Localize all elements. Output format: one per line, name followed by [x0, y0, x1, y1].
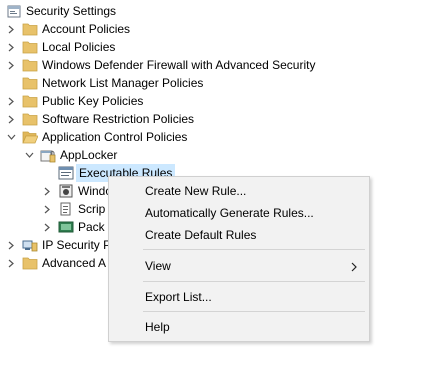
tree-label: Local Policies: [42, 40, 116, 54]
menu-item-label: View: [145, 259, 171, 273]
menu-item-label: Automatically Generate Rules...: [145, 206, 314, 220]
menu-item-create-new-rule[interactable]: Create New Rule...: [109, 181, 369, 201]
chevron-right-icon[interactable]: [42, 182, 52, 200]
tree-label: Windows Defender Firewall with Advanced …: [42, 58, 316, 72]
package-icon: [58, 219, 74, 235]
menu-item-label: Export List...: [145, 290, 212, 304]
tree-label: Network List Manager Policies: [42, 76, 204, 90]
menu-separator: [143, 311, 365, 312]
tree-item-windows-defender-firewall[interactable]: Windows Defender Firewall with Advanced …: [6, 56, 315, 74]
folder-icon: [22, 75, 38, 91]
tree-item-ip-security[interactable]: IP Security P: [6, 236, 111, 254]
tree-item-windows-installer-rules[interactable]: Windo: [42, 182, 112, 200]
chevron-down-icon[interactable]: [24, 146, 34, 164]
chevron-right-icon[interactable]: [6, 110, 16, 128]
tree-label: Account Policies: [42, 22, 131, 36]
tree-label: Advanced A: [42, 256, 107, 270]
tree-item-network-list-manager[interactable]: Network List Manager Policies: [6, 74, 203, 92]
menu-item-export-list[interactable]: Export List...: [109, 287, 369, 307]
menu-item-label: Create New Rule...: [145, 184, 247, 198]
tree-item-software-restriction[interactable]: Software Restriction Policies: [6, 110, 194, 128]
tree-label: AppLocker: [60, 148, 118, 162]
script-icon: [58, 201, 74, 217]
chevron-right-icon[interactable]: [6, 20, 16, 38]
chevron-right-icon[interactable]: [6, 92, 16, 110]
chevron-right-icon[interactable]: [6, 236, 16, 254]
tree-root-security-settings[interactable]: Security Settings: [0, 2, 116, 20]
tree-label: Scrip: [78, 202, 106, 216]
security-settings-icon: [6, 3, 22, 19]
chevron-down-icon[interactable]: [6, 128, 16, 146]
chevron-right-icon[interactable]: [42, 218, 52, 236]
installer-icon: [58, 183, 74, 199]
tree-label: Windo: [78, 184, 113, 198]
menu-item-label: Help: [145, 320, 170, 334]
ip-security-icon: [22, 237, 38, 253]
folder-icon: [22, 93, 38, 109]
tree-item-advanced-audit[interactable]: Advanced A: [6, 254, 106, 272]
tree-item-application-control[interactable]: Application Control Policies: [6, 128, 187, 146]
chevron-right-icon[interactable]: [42, 200, 52, 218]
tree-label: Public Key Policies: [42, 94, 144, 108]
tree-label: Pack: [78, 220, 105, 234]
tree-label: Security Settings: [26, 4, 117, 18]
menu-item-auto-generate-rules[interactable]: Automatically Generate Rules...: [109, 203, 369, 223]
chevron-right-icon[interactable]: [6, 56, 16, 74]
tree-item-public-key-policies[interactable]: Public Key Policies: [6, 92, 143, 110]
tree-item-account-policies[interactable]: Account Policies: [6, 20, 130, 38]
menu-item-label: Create Default Rules: [145, 228, 257, 242]
folder-icon: [22, 255, 38, 271]
folder-icon: [22, 57, 38, 73]
tree-item-applocker[interactable]: AppLocker: [24, 146, 117, 164]
folder-icon: [22, 111, 38, 127]
tree-item-local-policies[interactable]: Local Policies: [6, 38, 115, 56]
menu-item-view[interactable]: View: [109, 256, 369, 276]
tree-label: Software Restriction Policies: [42, 112, 195, 126]
applocker-icon: [40, 147, 56, 163]
chevron-right-icon[interactable]: [6, 38, 16, 56]
tree-label: IP Security P: [42, 238, 112, 252]
folder-open-icon: [22, 129, 38, 145]
menu-item-create-default-rules[interactable]: Create Default Rules: [109, 225, 369, 245]
chevron-right-icon[interactable]: [6, 254, 16, 272]
tree-item-packaged-app-rules[interactable]: Pack: [42, 218, 105, 236]
folder-icon: [22, 39, 38, 55]
tree-item-script-rules[interactable]: Scrip: [42, 200, 105, 218]
submenu-arrow-icon: [351, 261, 357, 275]
folder-icon: [22, 21, 38, 37]
tree-label: Application Control Policies: [42, 130, 188, 144]
menu-separator: [143, 281, 365, 282]
context-menu: Create New Rule... Automatically Generat…: [108, 176, 370, 342]
menu-item-help[interactable]: Help: [109, 317, 369, 337]
rules-icon: [58, 165, 74, 181]
menu-separator: [143, 249, 365, 250]
